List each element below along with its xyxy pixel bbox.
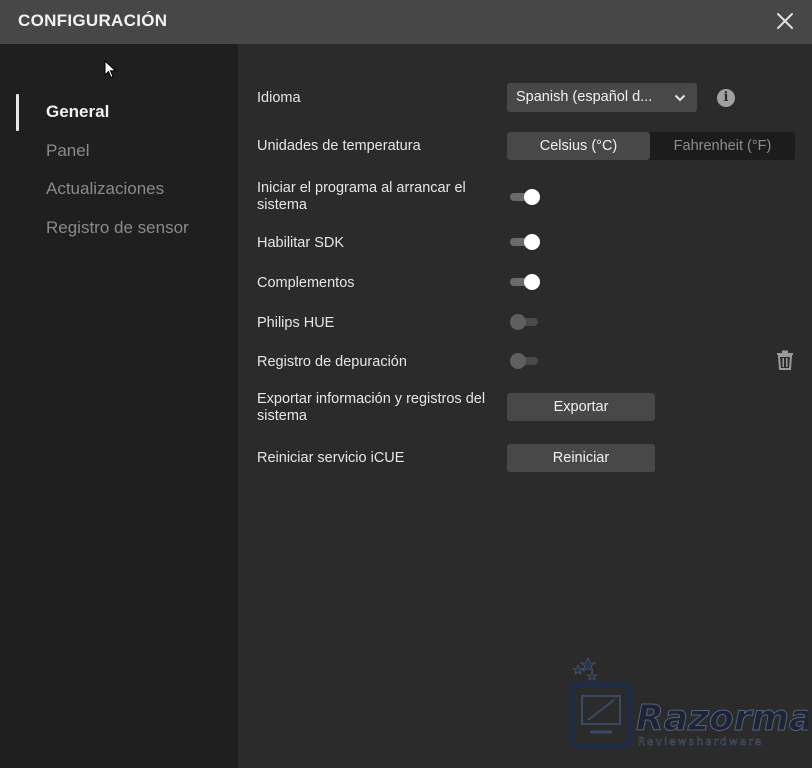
active-nav-indicator xyxy=(16,94,19,131)
startup-toggle[interactable] xyxy=(510,189,540,205)
sdk-toggle[interactable] xyxy=(510,234,540,250)
restart-label: Reiniciar servicio iCUE xyxy=(257,450,405,466)
title-bar: CONFIGURACIÓN xyxy=(0,0,812,44)
fahrenheit-option[interactable]: Fahrenheit (°F) xyxy=(650,132,795,160)
export-label: Exportar información y registros del sis… xyxy=(257,391,486,424)
sidebar-item-panel[interactable]: Panel xyxy=(46,141,89,161)
sdk-label: Habilitar SDK xyxy=(257,235,345,251)
sidebar-item-actualizaciones[interactable]: Actualizaciones xyxy=(46,179,164,199)
info-icon[interactable]: i xyxy=(717,89,735,107)
language-label: Idioma xyxy=(257,90,301,106)
startup-label: Iniciar el programa al arrancar el siste… xyxy=(257,180,466,213)
trash-icon[interactable] xyxy=(776,350,794,375)
export-button[interactable]: Exportar xyxy=(507,393,655,421)
celsius-option[interactable]: Celsius (°C) xyxy=(507,132,650,160)
language-dropdown[interactable]: Spanish (español d... xyxy=(507,83,697,112)
debug-log-toggle[interactable] xyxy=(510,353,540,369)
razorman-watermark: Razorman Reviewshardware xyxy=(569,657,808,749)
temperature-unit-selector: Celsius (°C) Fahrenheit (°F) xyxy=(507,132,795,160)
philips-hue-label: Philips HUE xyxy=(257,315,335,331)
close-icon[interactable] xyxy=(774,10,796,32)
sidebar-item-registro-sensor[interactable]: Registro de sensor xyxy=(46,218,189,238)
window-title: CONFIGURACIÓN xyxy=(18,11,168,30)
sidebar-item-general[interactable]: General xyxy=(46,102,109,122)
mouse-cursor-icon xyxy=(104,59,118,85)
language-value: Spanish (español d... xyxy=(516,89,653,105)
restart-button[interactable]: Reiniciar xyxy=(507,444,655,472)
watermark-brand: Razorman xyxy=(636,698,808,739)
watermark-tagline: Reviewshardware xyxy=(638,736,763,748)
debug-log-label: Registro de depuración xyxy=(257,354,407,370)
chevron-down-icon xyxy=(674,91,686,109)
monitor-logo-icon xyxy=(569,681,633,749)
sidebar: General Panel Actualizaciones Registro d… xyxy=(0,44,238,768)
temperature-label: Unidades de temperatura xyxy=(257,138,421,154)
plugins-toggle[interactable] xyxy=(510,274,540,290)
star-icon xyxy=(572,657,598,681)
philips-hue-toggle[interactable] xyxy=(510,314,540,330)
plugins-label: Complementos xyxy=(257,275,355,291)
